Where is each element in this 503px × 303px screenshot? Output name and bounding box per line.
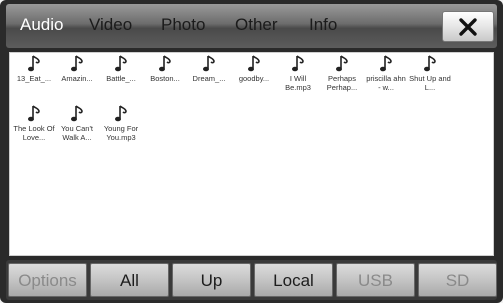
tab-bar: Audio Video Photo Other Info bbox=[6, 4, 497, 48]
tab-other[interactable]: Other bbox=[235, 13, 278, 37]
options-button[interactable]: Options bbox=[8, 263, 87, 297]
music-note-icon bbox=[203, 55, 215, 72]
file-item[interactable]: I Will Be.mp3 bbox=[276, 55, 320, 103]
file-item[interactable]: priscilla ahn - w... bbox=[364, 55, 408, 103]
close-button[interactable] bbox=[442, 11, 494, 42]
local-button[interactable]: Local bbox=[254, 263, 333, 297]
close-icon bbox=[459, 17, 477, 36]
file-item[interactable]: Dream_... bbox=[187, 55, 231, 103]
file-name: Perhaps Perhap... bbox=[326, 74, 358, 92]
file-item[interactable]: The Look Of Love... bbox=[12, 105, 56, 153]
file-item[interactable]: Boston... bbox=[143, 55, 187, 103]
file-name: Battle_... bbox=[106, 74, 136, 83]
music-note-icon bbox=[248, 55, 260, 72]
all-button[interactable]: All bbox=[90, 263, 169, 297]
file-name: goodby... bbox=[238, 74, 270, 83]
music-note-icon bbox=[292, 55, 304, 72]
file-item[interactable]: Battle_... bbox=[99, 55, 143, 103]
file-name: You Can't Walk A... bbox=[60, 124, 93, 142]
file-item[interactable]: Amazin... bbox=[55, 55, 99, 103]
file-name: Dream_... bbox=[192, 74, 226, 83]
music-note-icon bbox=[336, 55, 348, 72]
music-note-icon bbox=[424, 55, 436, 72]
file-item[interactable]: You Can't Walk A... bbox=[55, 105, 99, 153]
file-item[interactable]: Shut Up and L... bbox=[408, 55, 452, 103]
music-note-icon bbox=[71, 105, 83, 122]
up-button[interactable]: Up bbox=[172, 263, 251, 297]
file-name: Shut Up and L... bbox=[409, 74, 451, 92]
file-item[interactable]: Perhaps Perhap... bbox=[320, 55, 364, 103]
file-item[interactable]: goodby... bbox=[232, 55, 276, 103]
media-browser-window: Audio Video Photo Other Info 13_Eat_... A… bbox=[0, 0, 503, 303]
music-note-icon bbox=[71, 55, 83, 72]
file-item[interactable]: Young For You.mp3 bbox=[99, 105, 143, 153]
file-list: 13_Eat_... Amazin... Battle_... Boston... Dr… bbox=[9, 52, 494, 256]
bottom-toolbar: Options All Up Local USB SD bbox=[6, 260, 497, 300]
file-name: The Look Of Love... bbox=[13, 124, 55, 142]
tab-photo[interactable]: Photo bbox=[161, 13, 205, 37]
music-note-icon bbox=[115, 55, 127, 72]
file-item[interactable]: 13_Eat_... bbox=[12, 55, 56, 103]
usb-button[interactable]: USB bbox=[336, 263, 415, 297]
music-note-icon bbox=[28, 55, 40, 72]
file-name: Boston... bbox=[150, 74, 180, 83]
music-note-icon bbox=[159, 55, 171, 72]
file-name: I Will Be.mp3 bbox=[285, 74, 311, 92]
tab-info[interactable]: Info bbox=[309, 13, 337, 37]
music-note-icon bbox=[28, 105, 40, 122]
file-name: 13_Eat_... bbox=[16, 74, 52, 83]
file-name: Amazin... bbox=[61, 74, 93, 83]
music-note-icon bbox=[115, 105, 127, 122]
tab-video[interactable]: Video bbox=[89, 13, 132, 37]
tab-audio[interactable]: Audio bbox=[20, 13, 63, 37]
music-note-icon bbox=[380, 55, 392, 72]
file-name: Young For You.mp3 bbox=[103, 124, 139, 142]
file-name: priscilla ahn - w... bbox=[366, 74, 406, 92]
sd-button[interactable]: SD bbox=[418, 263, 497, 297]
